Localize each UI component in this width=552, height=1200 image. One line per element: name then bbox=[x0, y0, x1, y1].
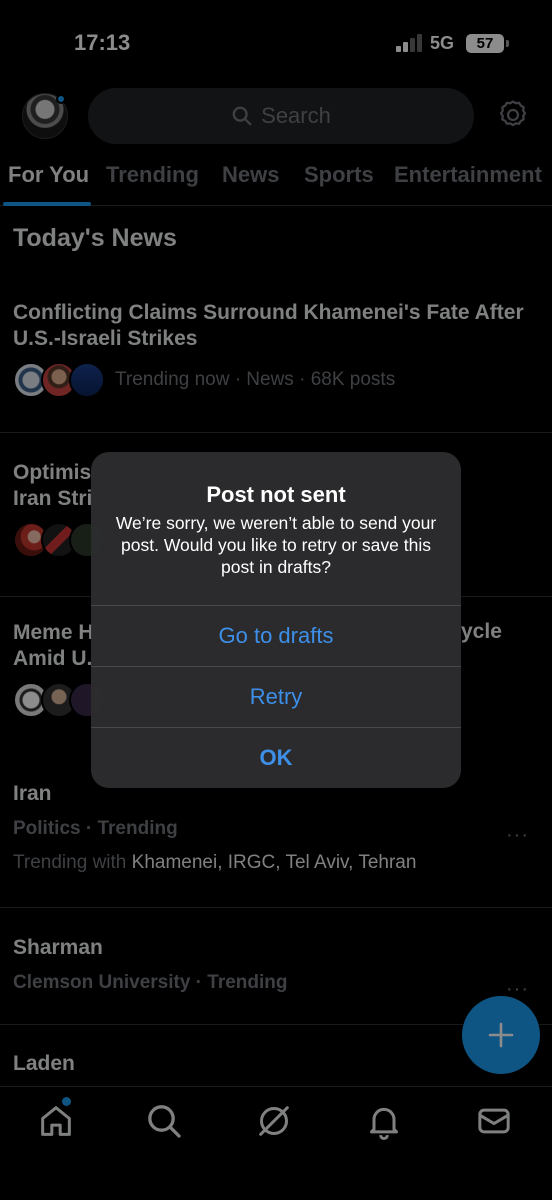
ok-button[interactable]: OK bbox=[91, 727, 461, 787]
go-to-drafts-button[interactable]: Go to drafts bbox=[91, 605, 461, 665]
post-not-sent-dialog: Post not sent We’re sorry, we weren’t ab… bbox=[91, 452, 461, 788]
dialog-message: We’re sorry, we weren’t able to send you… bbox=[115, 513, 437, 577]
dialog-title: Post not sent bbox=[206, 482, 346, 507]
retry-button[interactable]: Retry bbox=[91, 666, 461, 726]
